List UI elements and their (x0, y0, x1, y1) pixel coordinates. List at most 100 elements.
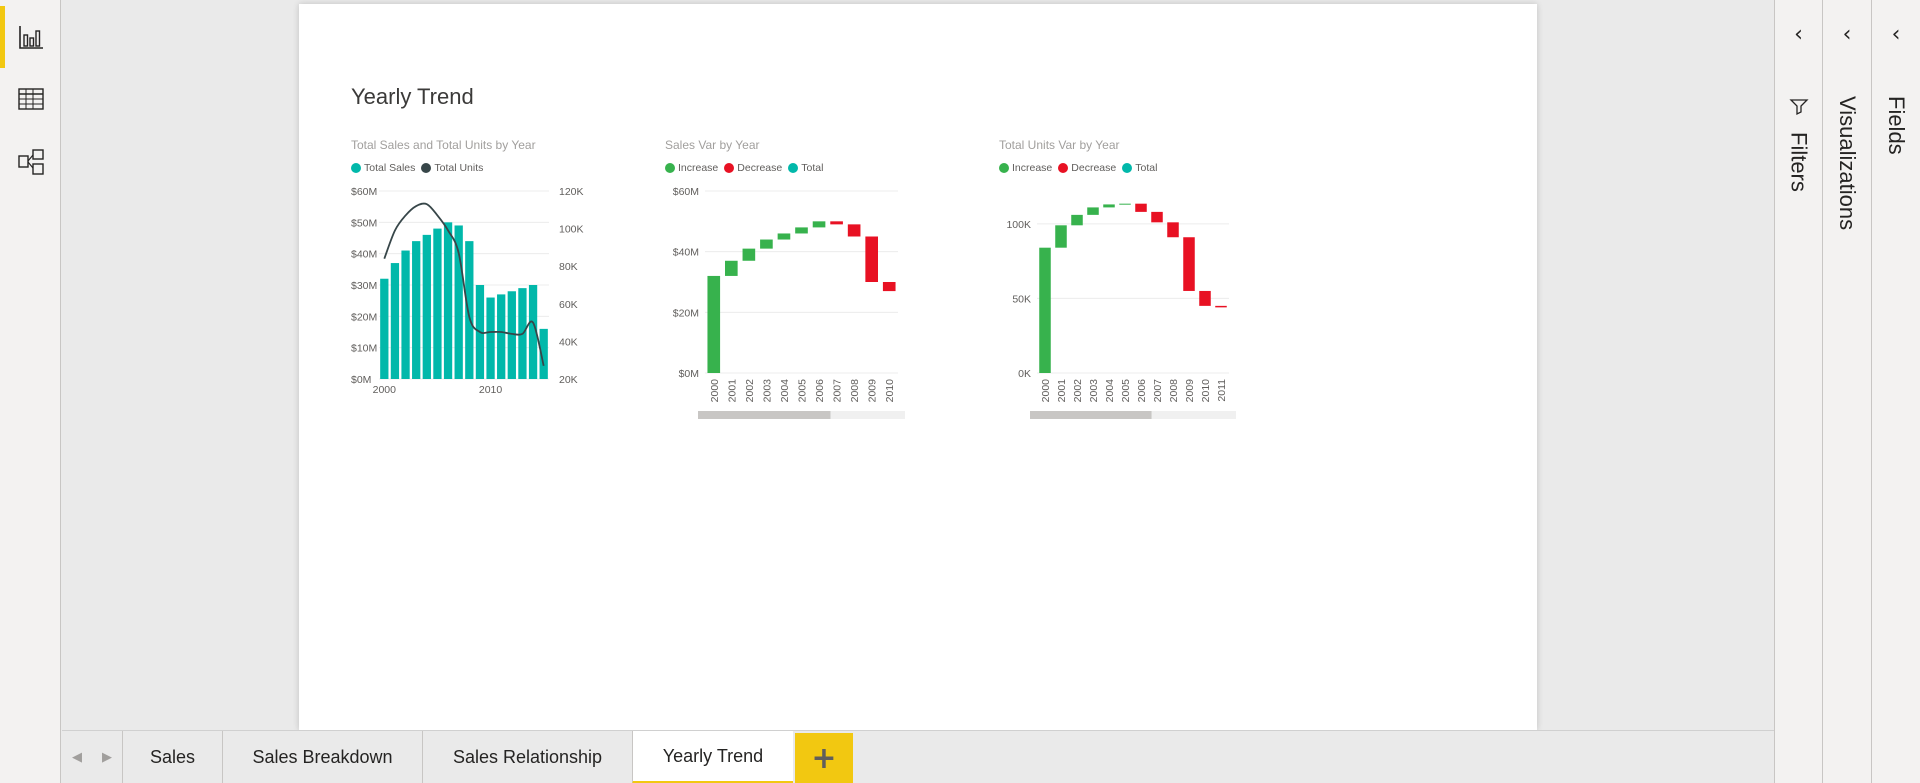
y-axis-tick-label: 0K (1018, 368, 1031, 380)
x-axis-tick-label: 2006 (1136, 379, 1148, 403)
y-axis-right-tick-label: 100K (559, 224, 584, 236)
tab-sales-relationship[interactable]: Sales Relationship (422, 731, 632, 783)
waterfall-bar-increase (707, 275, 721, 373)
x-axis-tick-label: 2006 (814, 379, 826, 403)
y-axis-tick-label: $40M (673, 247, 699, 259)
x-axis-tick-label: 2000 (373, 384, 397, 396)
waterfall-bar-increase (760, 239, 773, 249)
waterfall-bar-increase (812, 221, 826, 228)
visualizations-pane: ‹ Visualizations (1822, 0, 1871, 783)
waterfall-bar-decrease (865, 236, 878, 282)
tab-yearly-trend[interactable]: Yearly Trend (632, 731, 793, 783)
bar-total-sales (401, 250, 410, 379)
x-axis-tick-label: 2010 (479, 384, 503, 396)
filter-funnel-icon (1789, 99, 1809, 116)
y-axis-right-tick-label: 120K (559, 186, 584, 198)
sales-var-plot: $0M $20M $40M $60M 2000 2001 2002 2003 2004 2005 2… (673, 186, 905, 419)
tab-sales-breakdown[interactable]: Sales Breakdown (222, 731, 422, 783)
units-var-plot: 0K 50K 100K 2000 2001 2002 2003 2004 2005 2006 200… (1006, 203, 1236, 419)
model-relationship-icon (17, 149, 44, 175)
tab-scroll-left-button[interactable]: ◀ (62, 731, 92, 783)
tab-sales[interactable]: Sales (122, 731, 222, 783)
x-axis-tick-label: 2002 (1072, 379, 1084, 403)
bar-total-sales (486, 297, 495, 379)
y-axis-tick-label: 50K (1012, 293, 1031, 305)
filters-pane-label[interactable]: Filters (1786, 132, 1812, 192)
y-axis-left-tick-label: $20M (351, 311, 377, 323)
waterfall-bar-increase (1087, 207, 1099, 215)
x-axis-tick-label: 2000 (709, 379, 721, 403)
waterfall-bar-decrease (847, 224, 861, 237)
waterfall-bar-increase (725, 260, 738, 276)
left-nav-rail (0, 0, 61, 783)
x-axis-tick-label: 2003 (1088, 379, 1100, 403)
y-axis-tick-label: $60M (673, 186, 699, 198)
x-axis-tick-label: 2010 (884, 379, 896, 403)
sales-var-waterfall-chart[interactable]: Sales Var by Year Increase Decrease Tota… (665, 138, 955, 419)
waterfall-bar-increase (1071, 214, 1083, 226)
waterfall-bar-decrease (882, 282, 896, 292)
page-tab-bar: ◀ ▶ Sales Sales Breakdown Sales Relation… (62, 730, 1822, 783)
bar-total-sales (412, 241, 421, 379)
y-axis-tick-label: $20M (673, 307, 699, 319)
waterfall-bar-decrease (1199, 290, 1211, 306)
x-axis-tick-label: 2007 (832, 379, 844, 403)
y-axis-tick-label: 100K (1006, 219, 1031, 231)
waterfall-bar-increase (1055, 225, 1067, 248)
waterfall-bar-increase (1103, 204, 1115, 208)
x-axis-tick-label: 2001 (1056, 379, 1068, 403)
x-axis-tick-label: 2007 (1152, 379, 1164, 403)
bar-total-sales (390, 263, 400, 379)
bar-total-sales (454, 225, 463, 379)
waterfall-bar-decrease (1167, 222, 1179, 238)
x-axis-tick-label: 2001 (726, 379, 738, 403)
expand-fields-chevron-icon[interactable]: ‹ (1872, 22, 1920, 47)
x-axis-tick-label: 2004 (1104, 379, 1116, 403)
fields-pane-label[interactable]: Fields (1883, 96, 1909, 155)
table-grid-icon (17, 88, 44, 110)
report-page: Yearly Trend Total Sales and Total Units… (299, 4, 1537, 730)
fields-pane: ‹ Fields (1871, 0, 1920, 783)
bar-total-sales (443, 222, 453, 379)
waterfall-bar-decrease (1135, 203, 1147, 212)
expand-filters-chevron-icon[interactable]: ‹ (1775, 22, 1822, 47)
waterfall-bar-increase (795, 227, 808, 234)
expand-visualizations-chevron-icon[interactable]: ‹ (1823, 22, 1871, 47)
x-axis-tick-label: 2002 (744, 379, 756, 403)
waterfall-bar-decrease (1151, 211, 1163, 223)
tab-scroll-right-button[interactable]: ▶ (92, 731, 122, 783)
x-axis-tick-label: 2009 (1184, 379, 1196, 403)
data-view-button[interactable] (0, 68, 61, 130)
y-axis-tick-label: $0M (679, 368, 699, 380)
waterfall-bar-increase (777, 233, 791, 240)
y-axis-right-tick-label: 20K (559, 374, 578, 386)
y-axis-left-tick-label: $60M (351, 186, 377, 198)
sales-units-combo-chart[interactable]: Total Sales and Total Units by Year Tota… (351, 138, 651, 418)
x-axis-tick-label: 2009 (867, 379, 879, 403)
x-axis-tick-label: 2005 (1120, 379, 1132, 403)
x-axis-tick-label: 2003 (761, 379, 773, 403)
bar-total-sales (465, 241, 474, 379)
x-axis-tick-label: 2010 (1200, 379, 1212, 403)
horizontal-scrollbar-thumb (698, 411, 831, 419)
x-axis-tick-label: 2000 (1040, 379, 1052, 403)
x-axis-tick-label: 2011 (1216, 379, 1228, 402)
report-view-button[interactable] (0, 6, 61, 68)
y-axis-left-tick-label: $30M (351, 280, 377, 292)
waterfall-bar-increase (742, 248, 756, 261)
filters-pane: ‹ Filters (1774, 0, 1822, 783)
add-page-button[interactable]: + (795, 733, 853, 783)
model-view-button[interactable] (0, 131, 61, 193)
x-axis-tick-label: 2008 (1168, 379, 1180, 403)
units-var-waterfall-chart[interactable]: Total Units Var by Year Increase Decreas… (999, 138, 1299, 419)
bar-total-sales (422, 234, 431, 379)
combo-chart-plot: $0M $10M $20M $30M $40M $50M $60M 20K 40K 60K 80K 1… (351, 186, 584, 396)
waterfall-bar-increase (1039, 247, 1051, 373)
waterfall-bar-increase (1119, 203, 1131, 205)
y-axis-left-tick-label: $50M (351, 217, 377, 229)
y-axis-left-tick-label: $40M (351, 249, 377, 261)
visualizations-pane-label[interactable]: Visualizations (1834, 96, 1860, 230)
y-axis-left-tick-label: $10M (351, 343, 377, 355)
report-canvas-area: Yearly Trend Total Sales and Total Units… (62, 0, 1774, 730)
page-title: Yearly Trend (351, 84, 474, 109)
